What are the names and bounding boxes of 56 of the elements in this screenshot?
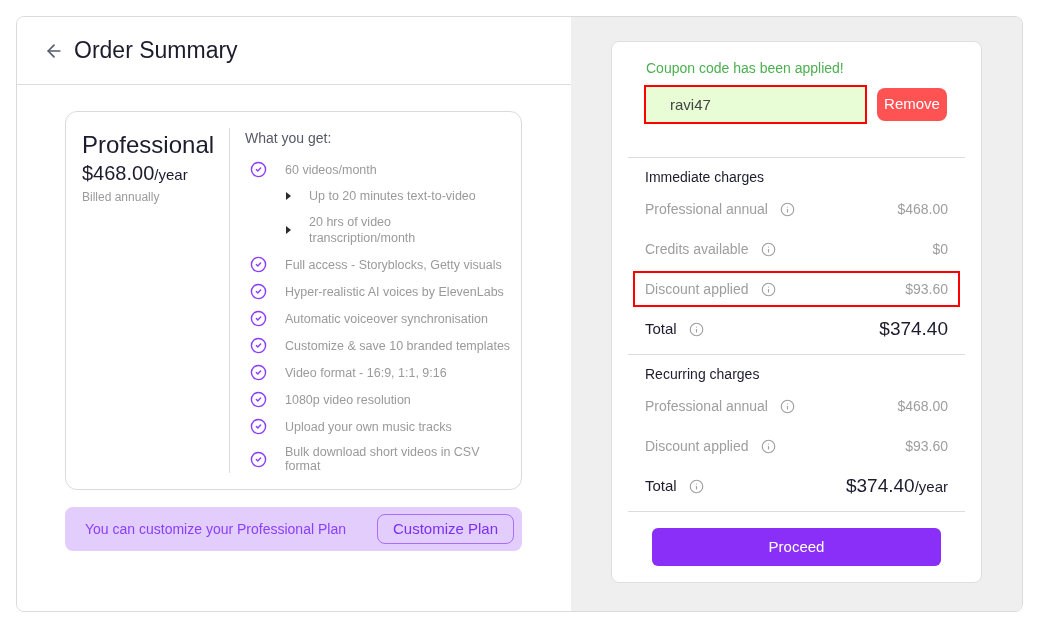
charge-label: Discount applied	[645, 436, 749, 456]
charge-label: Discount applied	[645, 279, 749, 299]
total-amount: $374.40	[879, 316, 948, 341]
info-icon[interactable]	[688, 321, 704, 337]
charge-label: Credits available	[645, 239, 749, 259]
section-title: Immediate charges	[645, 168, 766, 187]
coupon-field[interactable]: ravi47	[644, 85, 867, 124]
charge-label: Professional annual	[645, 396, 768, 416]
feature-text: 1080p video resolution	[285, 392, 411, 407]
check-circle-icon	[250, 364, 267, 381]
info-icon[interactable]	[760, 438, 776, 454]
feature-text: Full access - Storyblocks, Getty visuals	[285, 257, 502, 272]
check-circle-icon	[250, 161, 267, 178]
check-circle-icon	[250, 337, 267, 354]
charge-amount: $468.00	[897, 396, 948, 416]
feature-text: Bulk download short videos in CSV format	[285, 445, 481, 473]
total-amount: $374.40/year	[845, 473, 948, 498]
feature-subitem-text: Up to 20 minutes text-to-video	[309, 188, 477, 204]
feature-text: 60 videos/month	[285, 162, 377, 177]
info-icon[interactable]	[780, 398, 795, 414]
check-circle-icon	[250, 391, 267, 408]
charge-amount: $93.60	[905, 279, 948, 299]
charge-amount: $468.00	[897, 199, 948, 219]
page-title: Order Summary	[74, 36, 238, 66]
info-icon[interactable]	[760, 241, 776, 257]
info-icon[interactable]	[780, 201, 795, 217]
feature-text: Automatic voiceover synchronisation	[285, 311, 488, 326]
caret-icon	[286, 192, 291, 200]
feature-text: Upload your own music tracks	[285, 419, 452, 434]
coupon-message: Coupon code has been applied!	[645, 59, 845, 78]
plan-price: $468.00/year	[82, 161, 189, 186]
check-circle-icon	[250, 256, 267, 273]
banner-text: You can customize your Professional Plan	[85, 519, 346, 539]
check-circle-icon	[250, 450, 267, 468]
feature-text: Hyper-realistic AI voices by ElevenLabs	[285, 284, 504, 299]
total-label: Total	[645, 475, 677, 496]
feature-subitem-text: 20 hrs of video transcription/month	[309, 214, 417, 246]
total-label: Total	[645, 318, 677, 339]
section-title: Recurring charges	[645, 365, 761, 384]
feature-text: Customize & save 10 branded templates	[285, 338, 511, 353]
billing-note: Billed annually	[82, 189, 161, 206]
caret-icon	[286, 226, 291, 234]
charge-amount: $0	[932, 239, 948, 259]
check-circle-icon	[250, 418, 267, 435]
check-circle-icon	[250, 310, 267, 327]
charge-amount: $93.60	[905, 436, 948, 456]
check-circle-icon	[250, 283, 267, 300]
feature-text: Video format - 16:9, 1:1, 9:16	[285, 365, 447, 380]
charge-label: Professional annual	[645, 199, 768, 219]
plan-name: Professional	[82, 130, 216, 160]
info-icon[interactable]	[760, 281, 776, 297]
proceed-button[interactable]: Proceed	[652, 528, 941, 566]
info-icon[interactable]	[688, 478, 704, 494]
features-heading: What you get:	[245, 129, 333, 148]
customize-plan-button[interactable]: Customize Plan	[376, 514, 514, 544]
remove-button[interactable]: Remove	[877, 88, 947, 121]
